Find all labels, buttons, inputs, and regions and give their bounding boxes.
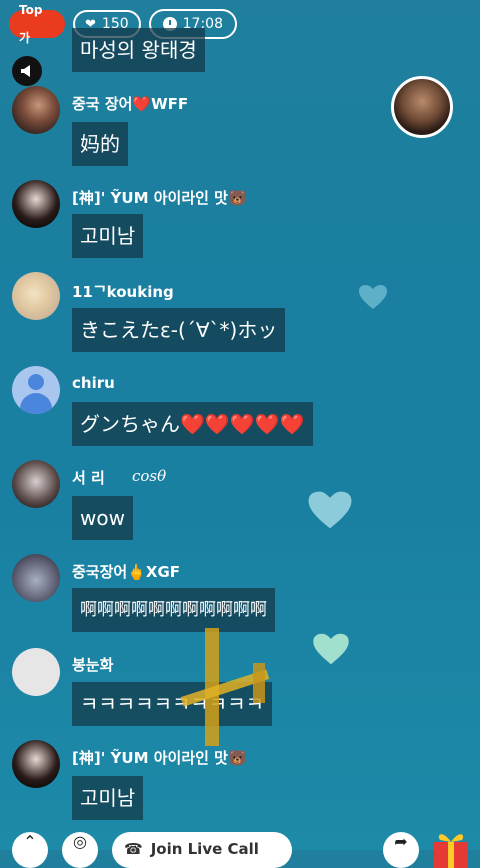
- chevron-up-icon[interactable]: ⌃: [12, 832, 48, 868]
- bottom-bar: ⌃ ◎ ☎ Join Live Call ➦: [0, 828, 480, 868]
- chat-message: 고미남: [72, 214, 144, 258]
- user-badge: cosθ: [132, 467, 167, 485]
- chat-message-text: 고미남: [80, 224, 136, 248]
- join-live-call-button[interactable]: ☎ Join Live Call: [112, 832, 292, 868]
- floating-heart-icon: [308, 491, 352, 529]
- chat-message: 啊啊啊啊啊啊啊啊啊啊啊: [72, 588, 275, 632]
- avatar[interactable]: [12, 648, 60, 696]
- chat-username[interactable]: 중국장어🖕XGF: [72, 561, 180, 582]
- chat-message: wow: [72, 496, 133, 540]
- chat-message: グンちゃん❤️❤️❤️❤️❤️: [72, 402, 313, 446]
- user-silhouette-icon: [28, 374, 44, 390]
- avatar[interactable]: [12, 366, 60, 414]
- gift-icon[interactable]: [428, 828, 474, 868]
- chat-message: 마성의 왕태경: [72, 28, 205, 72]
- chat-message-text: wow: [80, 506, 125, 530]
- host-avatar[interactable]: [391, 76, 453, 138]
- chat-message-text: 고미남: [80, 786, 136, 810]
- chat-username[interactable]: 봉눈화: [72, 654, 113, 675]
- avatar[interactable]: [12, 272, 60, 320]
- chat-username[interactable]: [神]' ỸUM 아이라인 맛🐻: [72, 747, 247, 768]
- chat-message-text: グンちゃん❤️❤️❤️❤️❤️: [80, 412, 305, 436]
- floating-heart-icon: [359, 285, 387, 309]
- chat-message-text: 妈的: [80, 132, 120, 156]
- chat-message: 妈的: [72, 122, 128, 166]
- chat-username[interactable]: 중국 장어❤️WFF: [72, 93, 188, 114]
- phone-icon: ☎: [124, 840, 143, 858]
- chat-message: 고미남: [72, 776, 144, 820]
- floating-heart-icon: [313, 633, 349, 665]
- join-live-call-label: Join Live Call: [150, 840, 259, 858]
- airplane-sticker-icon: [180, 628, 270, 746]
- chat-username[interactable]: [神]' ỸUM 아이라인 맛🐻: [72, 187, 247, 208]
- megaphone-icon[interactable]: [12, 56, 42, 86]
- avatar[interactable]: [12, 86, 60, 134]
- user-silhouette-body: [20, 393, 52, 414]
- chat-message-text: きこえたε-(´∀`*)ホッ: [80, 318, 278, 342]
- avatar[interactable]: [12, 460, 60, 508]
- chat-message-text: 啊啊啊啊啊啊啊啊啊啊啊: [80, 600, 267, 620]
- chat-message: きこえたε-(´∀`*)ホッ: [72, 308, 286, 352]
- share-icon[interactable]: ➦: [383, 832, 419, 868]
- rank-badge[interactable]: Top 가: [9, 3, 65, 45]
- chat-username[interactable]: 서 리: [72, 467, 105, 488]
- chat-icon[interactable]: ◎: [62, 832, 98, 868]
- chat-username[interactable]: chiru: [72, 374, 115, 392]
- avatar[interactable]: [12, 740, 60, 788]
- chat-username[interactable]: 11ᄀkouking: [72, 281, 174, 302]
- avatar[interactable]: [12, 180, 60, 228]
- avatar[interactable]: [12, 554, 60, 602]
- rank-label: Top 가: [19, 3, 43, 45]
- chat-message-text: 마성의 왕태경: [80, 38, 197, 62]
